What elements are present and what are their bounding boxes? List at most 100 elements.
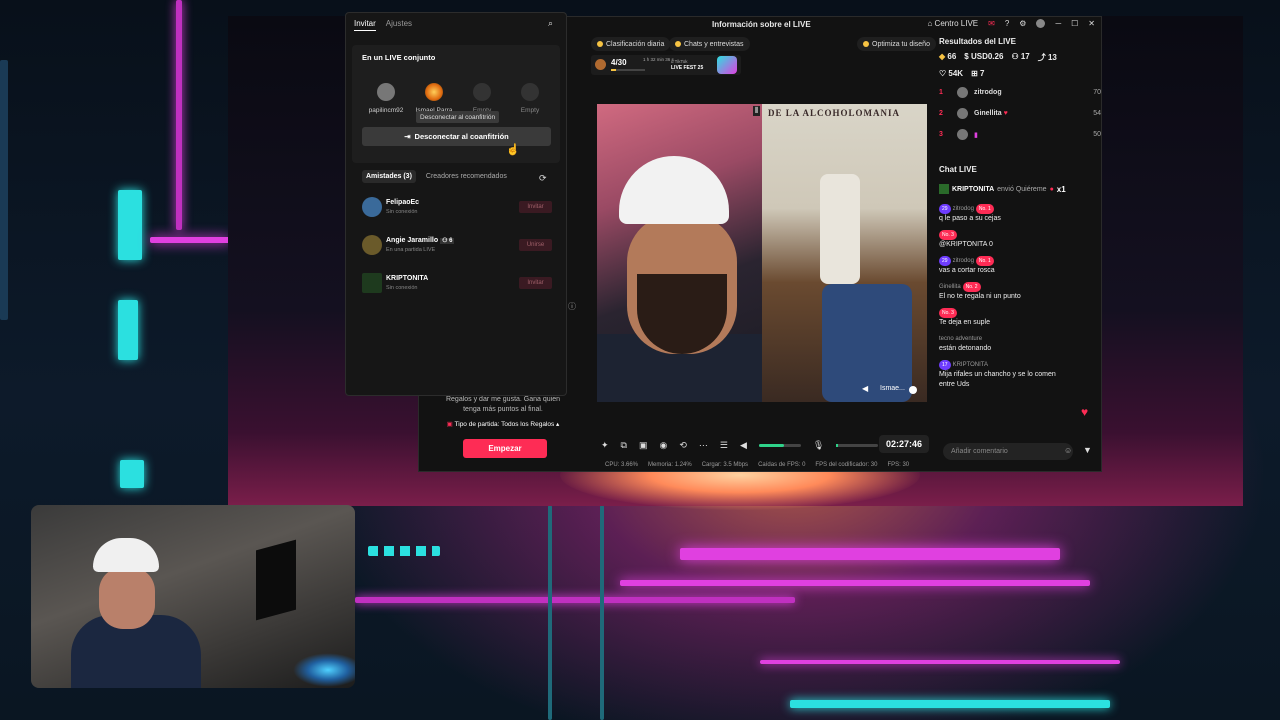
match-type[interactable]: ▣ Tipo de partida: Todos los Regalos ▴ — [423, 420, 583, 430]
chat-message[interactable]: Ginellita No. 2 El no te regala ni un pun… — [939, 282, 1101, 302]
more-icon[interactable]: ⋯ — [699, 440, 708, 451]
optimize-chip[interactable]: Optimiza tu diseño — [857, 37, 936, 51]
refresh-icon[interactable]: ⟳ — [539, 173, 547, 184]
emoji-icon[interactable]: ☺ — [1064, 446, 1072, 455]
guest-slot[interactable]: Empty — [460, 83, 504, 114]
chat-message[interactable]: 29 zitrodog No. 1q le paso a su cejas — [939, 204, 1101, 224]
notification-icon[interactable]: ✉ — [988, 19, 995, 28]
neon-line — [680, 548, 1060, 560]
info-icon[interactable]: ⓘ — [568, 301, 576, 312]
chat-message[interactable]: 17 KRIPTONITA Mija rifales un chancho y se… — [939, 360, 1101, 390]
rank-badge: No. 2 — [962, 282, 981, 292]
chat-message[interactable]: No. 3 @KRIPTONITA 0 — [939, 230, 1101, 250]
tab-invitar[interactable]: Invitar — [354, 19, 376, 31]
group-icon: ⚇ 6 — [440, 238, 455, 244]
camera-flip-icon[interactable]: ⟲ — [679, 440, 687, 451]
usd-value: USD0.26 — [970, 52, 1004, 61]
neon-line — [176, 0, 182, 230]
avatar — [425, 83, 443, 101]
magic-icon[interactable]: ✦ — [601, 440, 609, 451]
progress-count: 4/30 — [611, 58, 627, 67]
start-button[interactable]: Empezar — [463, 439, 547, 458]
empty-user-icon — [521, 83, 539, 101]
ranking-row[interactable]: 1 zitrodog 70 — [939, 82, 1101, 103]
progress-card[interactable]: 4/30 1 h 32 min 36 s d TikTok LIVE FEST … — [591, 55, 741, 75]
tab-ajustes[interactable]: Ajustes — [386, 19, 412, 31]
friend-status: Sin conexión — [386, 209, 418, 215]
tooltip: Desconectar al coanfitrión — [416, 111, 500, 123]
speaker-icon[interactable]: ◀ — [740, 440, 747, 451]
coins-stat: ◆ 66 — [939, 52, 956, 63]
invite-button[interactable]: Invitar — [519, 277, 552, 289]
avatar — [957, 87, 968, 98]
match-text-1: Regalos y dar me gusta. Gana quien — [445, 396, 560, 403]
mute-icon[interactable]: ◀ — [862, 384, 868, 393]
filter-icon[interactable]: ▼ — [1083, 445, 1092, 455]
effects-icon[interactable]: ⧉ — [621, 440, 627, 451]
avatar — [939, 184, 949, 194]
friend-row[interactable]: KRIPTONITA Sin conexión Invitar — [362, 273, 552, 295]
ranking-row[interactable]: 3 ▮ 50 — [939, 124, 1101, 145]
mic-slider[interactable] — [836, 443, 879, 447]
disconnect-button[interactable]: ⇥ Desconectar al coanfitrión — [362, 127, 551, 146]
gift-icon: ▣ — [446, 421, 455, 428]
friend-row[interactable]: FelipaoEc Sin conexión Invitar — [362, 197, 552, 219]
join-button[interactable]: Unirse — [519, 239, 552, 251]
mic-icon[interactable]: 🎙 — [813, 440, 824, 451]
lightbulb-icon — [863, 41, 869, 47]
chat-user: Ginellita — [939, 284, 961, 290]
window-title[interactable]: Información sobre el LIVE — [712, 20, 811, 29]
likes-value: 54K — [948, 69, 964, 78]
guest-label: Ismae... — [880, 385, 905, 392]
sliders-icon[interactable]: ☰ — [720, 440, 728, 451]
search-icon[interactable]: ⌕ — [548, 18, 553, 29]
streamer-face — [99, 567, 155, 629]
rank-badge: No. 1 — [975, 204, 994, 214]
usd-stat: $ USD0.26 — [964, 52, 1004, 61]
minimize-icon[interactable]: ─ — [1055, 19, 1061, 28]
chats-chip[interactable]: Chats y entrevistas — [669, 37, 750, 51]
volume-slider[interactable] — [758, 443, 801, 447]
neon-line — [0, 60, 8, 320]
ranking-list: 1 zitrodog 70 2 Ginellita ♥ 54 3 ▮ 50 — [939, 82, 1101, 145]
daily-ranking-chip[interactable]: Clasificación diaria — [591, 37, 671, 51]
section-title: En un LIVE conjunto — [362, 53, 436, 62]
guest-slot[interactable]: papilincm92 — [364, 83, 408, 114]
invite-button[interactable]: Invitar — [519, 201, 552, 213]
centro-live-link[interactable]: ⌂ Centro LIVE — [927, 19, 978, 28]
match-text-2: tenga más puntos al final. — [463, 406, 543, 413]
optimize-label: Optimiza tu diseño — [872, 40, 930, 48]
screen-icon[interactable]: ▣ — [639, 440, 648, 451]
chat-user: tecno adventure — [939, 336, 983, 342]
guest-plus-icon[interactable] — [909, 386, 917, 394]
split-icon[interactable]: ⫴ — [753, 106, 761, 116]
close-icon[interactable]: ✕ — [1088, 19, 1095, 28]
friend-row[interactable]: Angie Jaramillo ⚇ 6 En una partida LIVE … — [362, 235, 552, 257]
tab-friends[interactable]: Amistades (3) — [362, 170, 416, 183]
comment-input[interactable]: Añadir comentario — [943, 443, 1073, 460]
disconnect-label: Desconectar al coanfitrión — [414, 132, 509, 141]
chat-message[interactable]: 29 zitrodog No. 1 vas a cortar rosca — [939, 256, 1101, 276]
rank-badge: No. 3 — [939, 230, 957, 240]
memory-stat: Memoria: 1.24% — [648, 462, 692, 468]
gift-text: envió Quiéreme — [997, 185, 1047, 193]
results-stats: ◆ 66 $ USD0.26 ⚇ 17 ⤴ 13 — [939, 52, 1101, 63]
webcam-overlay — [31, 505, 355, 688]
guest-slot[interactable]: Empty — [508, 83, 552, 114]
maximize-icon[interactable]: ☐ — [1071, 19, 1078, 28]
record-icon[interactable]: ◉ — [660, 440, 668, 451]
help-icon[interactable]: ? — [1005, 19, 1009, 28]
settings-icon[interactable]: ⚙ — [1019, 19, 1026, 28]
flame-icon — [595, 59, 606, 70]
viewers-stat: ⚇ 17 — [1011, 52, 1030, 61]
ranking-row[interactable]: 2 Ginellita ♥ 54 — [939, 103, 1101, 124]
avatar[interactable] — [1036, 19, 1046, 28]
guest-slot[interactable]: Ismael Parra — [412, 83, 456, 114]
live-video[interactable]: DE LA ALCOHOLOMANIA ◀ Ismae... ⫴ — [597, 104, 927, 402]
chat-message[interactable]: tecno adventure están detonando — [939, 334, 1101, 354]
neon-line — [600, 505, 604, 720]
friend-name: KRIPTONITA — [386, 275, 429, 282]
coin-icon: ◆ — [939, 52, 946, 61]
tab-recommended[interactable]: Creadores recomendados — [422, 170, 511, 183]
chat-message[interactable]: No. 3 Te deja en suple — [939, 308, 1101, 328]
